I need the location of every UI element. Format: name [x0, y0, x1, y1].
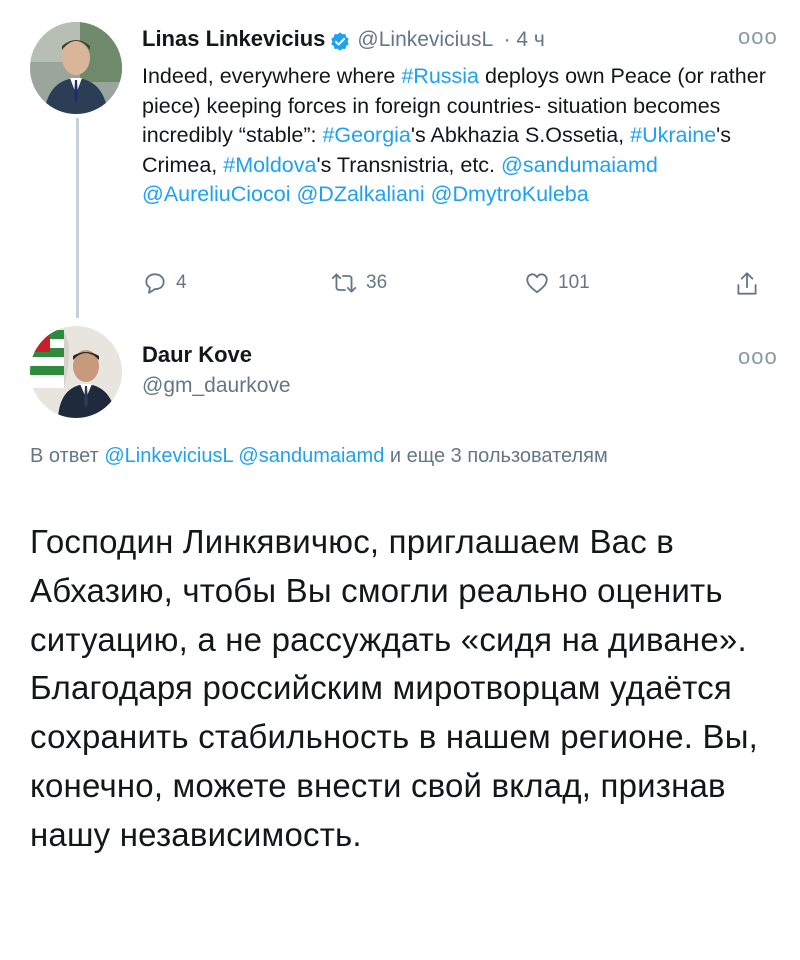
- author-name[interactable]: Linas Linkevicius: [142, 26, 325, 51]
- mention-dzalkaliani[interactable]: @DZalkaliani: [296, 182, 424, 206]
- author-handle[interactable]: @LinkeviciusL: [357, 28, 493, 51]
- like-count: 101: [558, 272, 590, 293]
- retweet-button[interactable]: 36: [330, 270, 387, 296]
- tweet-time[interactable]: · 4 ч: [504, 28, 545, 51]
- more-options-icon[interactable]: ooo: [738, 24, 778, 50]
- verified-badge-icon: [331, 32, 350, 51]
- tweet-text: Господин Линкявичюс, приглашаем Вас в Аб…: [30, 523, 759, 853]
- tweet-text: Indeed, everywhere where #Russia deploys…: [142, 64, 766, 207]
- tweet-header: Linas Linkevicius @LinkeviciusL · 4 ч: [142, 26, 702, 56]
- share-button[interactable]: [734, 270, 760, 298]
- mention-sandumaiamd[interactable]: @sandumaiamd: [501, 153, 658, 177]
- mention-dmytrokuleba[interactable]: @DmytroKuleba: [431, 182, 589, 206]
- avatar-kove[interactable]: [30, 326, 122, 418]
- thread-line: [76, 118, 79, 318]
- tweet-actions: 4 36 101: [142, 268, 782, 302]
- reply-context: В ответ @LinkeviciusL @sandumaiamd и еще…: [30, 445, 608, 467]
- retweet-icon: [331, 273, 357, 293]
- avatar-linkevicius[interactable]: [30, 22, 122, 114]
- author-name[interactable]: Daur Kove: [142, 342, 252, 368]
- reply-button[interactable]: 4: [142, 270, 187, 296]
- retweet-count: 36: [366, 272, 388, 293]
- mention-sandumaiamd[interactable]: @sandumaiamd: [238, 445, 384, 467]
- reply-icon: [145, 273, 165, 294]
- reply-count: 4: [176, 272, 187, 293]
- hashtag-georgia[interactable]: #Georgia: [322, 123, 410, 147]
- like-icon: [526, 273, 548, 294]
- mention-linkeviciusl[interactable]: @LinkeviciusL: [104, 445, 233, 467]
- author-handle[interactable]: @gm_daurkove: [142, 374, 291, 398]
- hashtag-russia[interactable]: #Russia: [401, 64, 479, 88]
- more-options-icon[interactable]: ooo: [738, 344, 778, 370]
- share-icon: [737, 272, 757, 295]
- hashtag-ukraine[interactable]: #Ukraine: [630, 123, 716, 147]
- like-button[interactable]: 101: [524, 270, 590, 296]
- hashtag-moldova[interactable]: #Moldova: [223, 153, 316, 177]
- mention-aureliuciocoi[interactable]: @AureliuCiocoi: [142, 182, 291, 206]
